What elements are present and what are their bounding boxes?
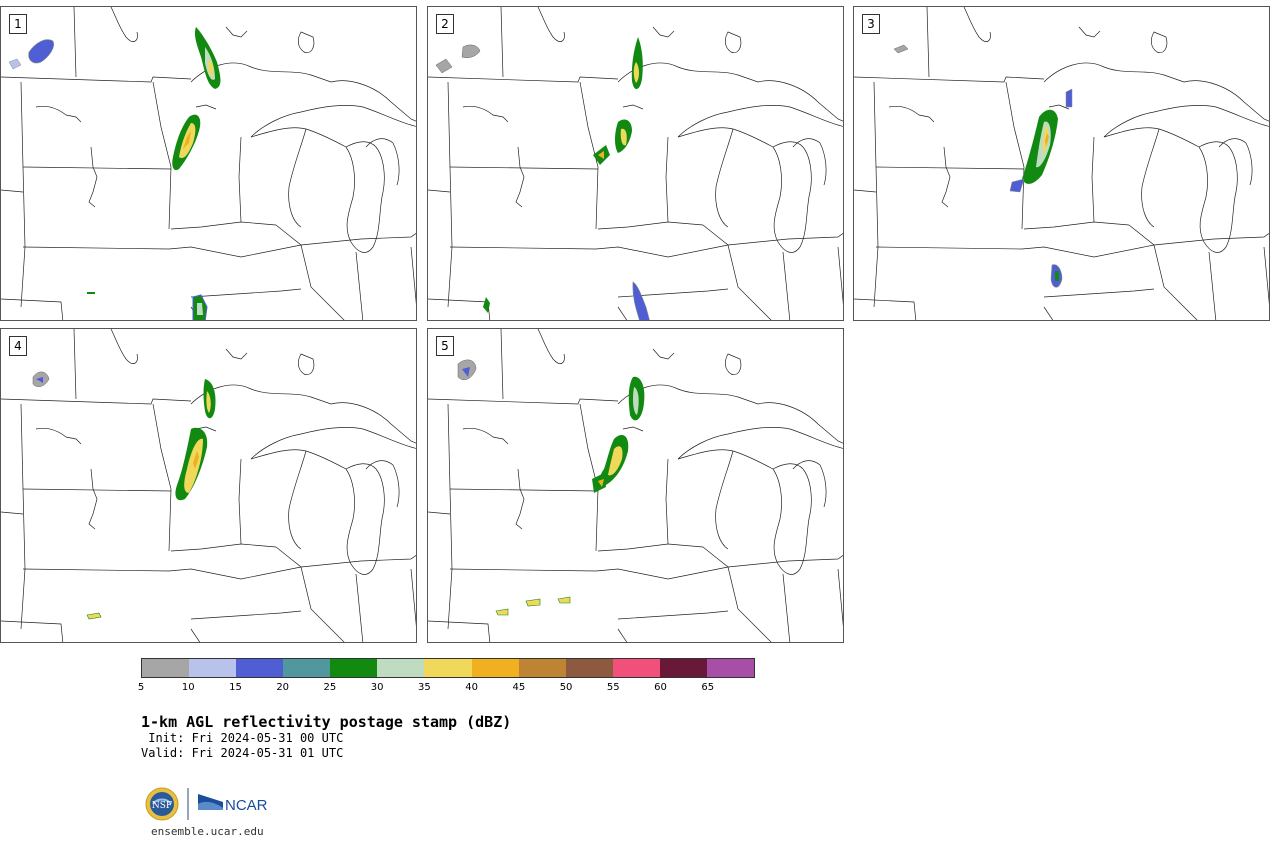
basemap-1 [1, 7, 416, 320]
website-url: ensemble.ucar.edu [151, 825, 264, 838]
colorbar-tick-label: 60 [654, 682, 667, 693]
init-time: Init: Fri 2024-05-31 00 UTC [141, 731, 344, 745]
colorbar-tick-label: 10 [181, 682, 195, 693]
colorbar-tick-label: 20 [276, 682, 290, 693]
basemap-4 [1, 329, 416, 642]
map-panel-3: 3 [853, 6, 1270, 321]
colorbar-segment [189, 659, 237, 677]
nsf-logo-icon: NSF [145, 787, 179, 821]
colorbar-segment [659, 659, 707, 677]
nsf-ncar-logo: NSF NCAR [145, 787, 268, 821]
reflectivity-echo [435, 37, 650, 320]
colorbar [141, 658, 755, 678]
colorbar-segment [377, 659, 425, 677]
valid-time: Valid: Fri 2024-05-31 01 UTC [141, 746, 344, 760]
colorbar-segment [518, 659, 566, 677]
map-panel-2: 2 [427, 6, 844, 321]
plot-title: 1-km AGL reflectivity postage stamp (dBZ… [141, 713, 512, 731]
basemap-3 [854, 7, 1269, 320]
colorbar-tick-label: 65 [701, 682, 715, 693]
nsf-logo-text: NSF [152, 801, 172, 811]
colorbar-segment [471, 659, 519, 677]
colorbar-tick-label: 15 [229, 682, 242, 693]
colorbar-tick-label: 5 [137, 682, 145, 693]
colorbar-segment [706, 659, 755, 677]
basemap-2 [428, 7, 843, 320]
colorbar-segment [565, 659, 613, 677]
ncar-logo-icon: NCAR [198, 794, 268, 814]
colorbar-segment [142, 659, 190, 677]
reflectivity-echo [457, 359, 645, 616]
colorbar-tick-label: 55 [606, 682, 620, 693]
reflectivity-echo [8, 27, 221, 320]
colorbar-segment [424, 659, 472, 677]
panel-label-5: 5 [436, 336, 454, 356]
colorbar-tick-label: 25 [323, 682, 337, 693]
colorbar-tick-label: 50 [559, 682, 573, 693]
map-panel-1: 1 [0, 6, 417, 321]
basemap-5 [428, 329, 843, 642]
panel-label-4: 4 [9, 336, 27, 356]
colorbar-segment [283, 659, 331, 677]
colorbar-tick-label: 35 [418, 682, 431, 693]
reflectivity-echo [32, 371, 216, 620]
panel-label-1: 1 [9, 14, 27, 34]
panel-label-2: 2 [436, 14, 454, 34]
colorbar-ticks: 5 10 15 20 25 30 35 40 45 50 55 60 65 [137, 682, 755, 696]
colorbar-segment [612, 659, 660, 677]
colorbar-segment [236, 659, 284, 677]
colorbar-tick-label: 40 [465, 682, 478, 693]
colorbar-tick-label: 30 [370, 682, 384, 693]
colorbar-tick-label: 45 [512, 682, 526, 693]
map-panel-5: 5 [427, 328, 844, 643]
panel-label-3: 3 [862, 14, 880, 34]
ncar-logo-text: NCAR [225, 797, 268, 814]
colorbar-segment [330, 659, 378, 677]
map-panel-4: 4 [0, 328, 417, 643]
